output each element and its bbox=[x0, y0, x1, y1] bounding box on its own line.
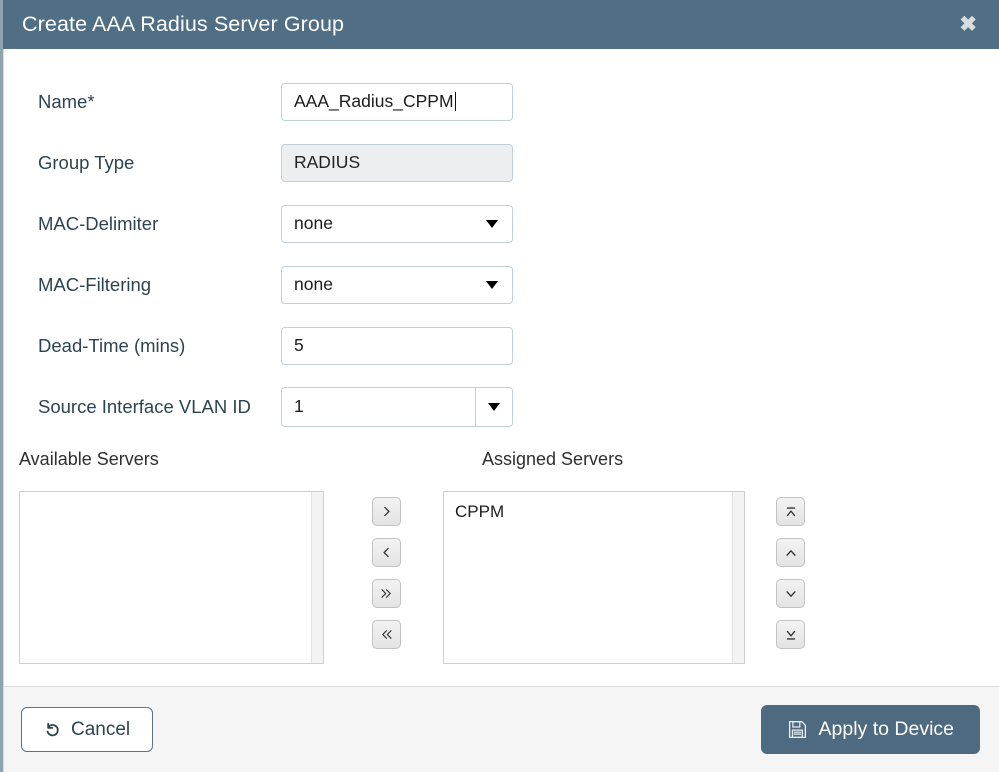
label-mac-delimiter: MAC-Delimiter bbox=[38, 212, 159, 234]
dialog-title-bar: Create AAA Radius Server Group ✖ bbox=[3, 0, 999, 49]
form-row-mac-filtering: MAC-Filtering none bbox=[4, 254, 999, 315]
chevron-down-icon bbox=[488, 402, 500, 411]
assigned-servers-items: CPPM bbox=[444, 492, 732, 663]
mac-delimiter-value: none bbox=[294, 212, 333, 233]
chevron-down-icon bbox=[486, 219, 498, 228]
apply-to-device-label: Apply to Device bbox=[818, 717, 954, 740]
text-cursor bbox=[454, 92, 456, 111]
cancel-button[interactable]: Cancel bbox=[21, 707, 154, 752]
cancel-button-label: Cancel bbox=[71, 719, 131, 740]
move-down-button[interactable] bbox=[776, 579, 805, 608]
list-panels: CPPM bbox=[4, 491, 999, 676]
move-to-top-button[interactable] bbox=[776, 497, 805, 526]
dead-time-input[interactable]: 5 bbox=[281, 326, 513, 365]
move-to-bottom-button[interactable] bbox=[776, 620, 805, 649]
form-row-mac-delimiter: MAC-Delimiter none bbox=[4, 193, 999, 254]
dialog-title: Create AAA Radius Server Group bbox=[22, 12, 345, 36]
assigned-servers-listbox[interactable]: CPPM bbox=[443, 491, 745, 664]
assigned-servers-scrollbar[interactable] bbox=[732, 492, 744, 663]
close-icon[interactable]: ✖ bbox=[953, 10, 983, 39]
apply-to-device-button[interactable]: Apply to Device bbox=[760, 705, 980, 754]
move-all-left-button[interactable] bbox=[372, 620, 401, 649]
available-servers-listbox[interactable] bbox=[19, 491, 324, 664]
label-source-interface-vlan-id: Source Interface VLAN ID bbox=[38, 395, 251, 417]
transfer-buttons bbox=[372, 497, 401, 649]
chevron-down-icon bbox=[486, 280, 498, 289]
dialog-footer: Cancel Apply to Device bbox=[3, 686, 999, 772]
group-type-value: RADIUS bbox=[294, 151, 361, 172]
move-right-button[interactable] bbox=[372, 497, 401, 526]
dialog-body: Name* AAA_Radius_CPPM Group Type RADIUS … bbox=[3, 49, 999, 686]
mac-filtering-value: none bbox=[294, 273, 333, 294]
form-fields: Name* AAA_Radius_CPPM Group Type RADIUS … bbox=[4, 49, 999, 437]
list-headers: Available Servers Assigned Servers bbox=[4, 449, 999, 479]
move-up-button[interactable] bbox=[776, 538, 805, 567]
available-servers-items bbox=[20, 492, 311, 663]
source-interface-vlan-id-combo[interactable]: 1 bbox=[281, 386, 513, 427]
move-all-right-button[interactable] bbox=[372, 579, 401, 608]
available-servers-scrollbar[interactable] bbox=[311, 492, 323, 663]
source-interface-vlan-id-value: 1 bbox=[294, 396, 304, 416]
form-row-dead-time: Dead-Time (mins) 5 bbox=[4, 315, 999, 376]
available-servers-header: Available Servers bbox=[19, 449, 159, 469]
dead-time-value: 5 bbox=[294, 334, 304, 355]
reorder-buttons bbox=[776, 497, 805, 649]
assigned-servers-header: Assigned Servers bbox=[482, 449, 624, 469]
source-interface-vlan-id-input[interactable]: 1 bbox=[281, 386, 475, 427]
form-row-name: Name* AAA_Radius_CPPM bbox=[4, 71, 999, 132]
label-name: Name* bbox=[38, 90, 95, 112]
source-interface-vlan-id-dropdown-button[interactable] bbox=[475, 386, 513, 427]
mac-filtering-select[interactable]: none bbox=[281, 265, 513, 304]
group-type-field: RADIUS bbox=[281, 143, 513, 182]
mac-delimiter-select[interactable]: none bbox=[281, 204, 513, 243]
label-dead-time: Dead-Time (mins) bbox=[38, 334, 186, 356]
name-input[interactable]: AAA_Radius_CPPM bbox=[281, 82, 513, 121]
name-input-value: AAA_Radius_CPPM bbox=[294, 90, 454, 111]
create-aaa-radius-server-group-dialog: Create AAA Radius Server Group ✖ Name* A… bbox=[0, 0, 999, 772]
form-row-group-type: Group Type RADIUS bbox=[4, 132, 999, 193]
move-left-button[interactable] bbox=[372, 538, 401, 567]
label-group-type: Group Type bbox=[38, 151, 135, 173]
save-floppy-icon bbox=[787, 719, 808, 740]
undo-arrow-icon bbox=[44, 721, 62, 739]
label-mac-filtering: MAC-Filtering bbox=[38, 273, 152, 295]
form-row-source-interface-vlan-id: Source Interface VLAN ID 1 bbox=[4, 376, 999, 437]
servers-dual-list: Available Servers Assigned Servers CPPM bbox=[4, 449, 999, 676]
list-item[interactable]: CPPM bbox=[455, 501, 732, 523]
